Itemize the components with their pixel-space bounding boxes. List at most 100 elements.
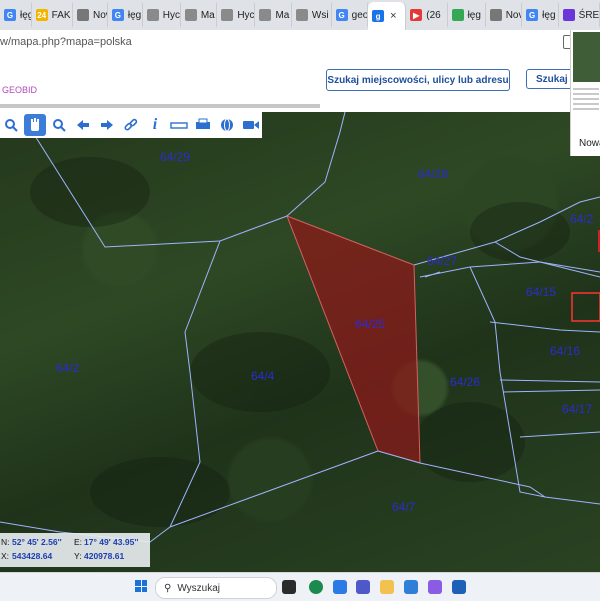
- tab-favicon-icon: [259, 9, 272, 21]
- y-label: Y:: [74, 551, 82, 561]
- tab-label: łęg: [20, 9, 31, 21]
- tab-favicon-icon: [295, 9, 308, 21]
- n-value: 52° 45' 2.56'': [12, 537, 62, 547]
- edge-icon[interactable]: [309, 580, 323, 594]
- mail-icon[interactable]: [404, 580, 418, 594]
- copilot-icon[interactable]: [333, 580, 347, 594]
- teams-icon[interactable]: [356, 580, 370, 594]
- browser-tab[interactable]: Ma: [181, 3, 218, 27]
- parcel-label[interactable]: 64/25: [355, 317, 385, 331]
- zoom-tool-button[interactable]: [0, 114, 22, 136]
- browser-tab[interactable]: Hyc: [143, 3, 181, 27]
- parcel-label[interactable]: 64/15: [526, 285, 556, 299]
- e-label: E:: [74, 537, 83, 547]
- map-view[interactable]: 64/29 64/28 64/27 64/25 64/15 64/16 64/2…: [0, 112, 600, 572]
- browser-tab[interactable]: ŚRE: [559, 3, 600, 27]
- tab-favicon-icon: [76, 9, 89, 21]
- browser-tab[interactable]: g ×: [368, 2, 407, 30]
- taskbar-search-placeholder: Wyszukaj: [177, 582, 221, 594]
- zoom-in-icon: [53, 119, 66, 132]
- print-button[interactable]: [192, 114, 214, 136]
- e-value: 17° 49' 43.95'': [84, 537, 139, 547]
- new-label[interactable]: Nowa: [579, 138, 600, 149]
- preview-thumbnail[interactable]: [573, 32, 600, 82]
- coordinates-panel: N: 52° 45' 2.56'' E: 17° 49' 43.95'' X: …: [0, 533, 150, 567]
- app-icon[interactable]: [452, 580, 466, 594]
- tab-label: (26: [426, 9, 441, 21]
- taskbar: ⚲ Wyszukaj: [0, 572, 600, 601]
- tab-favicon-icon: G: [335, 9, 348, 21]
- measure-button[interactable]: [168, 114, 190, 136]
- parcel-label[interactable]: 64/4: [251, 369, 274, 383]
- tab-label: łęg: [467, 9, 481, 21]
- parcel-label[interactable]: 64/26: [450, 375, 480, 389]
- browser-tab[interactable]: łęg: [448, 3, 486, 27]
- start-button[interactable]: [135, 580, 147, 592]
- tab-favicon-icon: ▶: [410, 9, 423, 21]
- link-button[interactable]: [120, 114, 142, 136]
- browser-tab[interactable]: Ggeo: [332, 3, 369, 27]
- tab-favicon-icon: [489, 9, 502, 21]
- parcel-label[interactable]: 64/29: [160, 150, 190, 164]
- taskbar-search[interactable]: ⚲ Wyszukaj: [155, 577, 277, 599]
- address-url[interactable]: w/mapa.php?mapa=polska: [0, 36, 132, 48]
- tab-label: Hyc: [237, 9, 255, 21]
- tab-label: łęg: [542, 9, 556, 21]
- x-value: 543428.64: [12, 551, 53, 561]
- tab-favicon-icon: [146, 9, 159, 21]
- browser-tab[interactable]: Głęg: [108, 3, 143, 27]
- zoom-in-button[interactable]: [48, 114, 70, 136]
- hand-icon: [31, 118, 39, 131]
- file-explorer-icon[interactable]: [380, 580, 394, 594]
- ruler-icon: [170, 122, 188, 129]
- parcel-label[interactable]: 64/2: [570, 212, 593, 226]
- parcel-label[interactable]: 64/7: [392, 500, 415, 514]
- tab-label: Ma: [275, 9, 290, 21]
- globe-button[interactable]: [216, 114, 238, 136]
- forward-button[interactable]: [96, 114, 118, 136]
- browser-tab[interactable]: Ma: [255, 3, 292, 27]
- map-overlay: [0, 112, 600, 543]
- magnifier-icon: [5, 119, 18, 132]
- back-button[interactable]: [72, 114, 94, 136]
- globe-icon: [221, 118, 233, 132]
- tab-label: Wsi: [311, 9, 329, 21]
- pan-tool-button[interactable]: [24, 114, 46, 136]
- search-icon: ⚲: [164, 582, 172, 594]
- info-button[interactable]: i: [144, 114, 166, 136]
- browser-tab[interactable]: Hyc: [217, 3, 256, 27]
- brand-label: GEOBID: [2, 85, 38, 95]
- tab-favicon-icon: [221, 9, 234, 21]
- address-bar[interactable]: w/mapa.php?mapa=polska: [0, 30, 600, 55]
- parcel-label[interactable]: 64/27: [427, 254, 457, 268]
- browser-tab[interactable]: Nov: [486, 3, 523, 27]
- tab-label: FAK: [51, 9, 71, 21]
- browser-tab[interactable]: Głęg: [0, 3, 32, 27]
- parcel-label[interactable]: 64/2: [56, 361, 79, 375]
- tab-label: ŚRE: [578, 9, 600, 21]
- parcel-label[interactable]: 64/28: [418, 167, 448, 181]
- preview-text-lines: [573, 88, 599, 113]
- browser-tab[interactable]: Głęg: [522, 3, 559, 27]
- task-view-icon[interactable]: [282, 580, 296, 594]
- browser-tab[interactable]: ▶ (26: [406, 3, 448, 27]
- tab-favicon-icon: 24: [35, 9, 48, 21]
- close-tab-icon[interactable]: ×: [390, 10, 396, 22]
- parcel-label[interactable]: 64/16: [550, 344, 580, 358]
- store-icon[interactable]: [428, 580, 442, 594]
- x-label: X:: [1, 551, 10, 561]
- video-button[interactable]: [240, 114, 262, 136]
- search-location-button[interactable]: Szukaj miejscowości, ulicy lub adresu: [326, 69, 510, 91]
- browser-tab[interactable]: Wsi: [292, 3, 332, 27]
- tab-favicon-icon: G: [4, 9, 16, 21]
- browser-tab[interactable]: Nov: [73, 3, 108, 27]
- parcel-label[interactable]: 64/17: [562, 402, 592, 416]
- link-icon: [124, 118, 138, 131]
- tab-label: geo: [351, 9, 369, 21]
- tab-favicon-icon: G: [111, 9, 124, 21]
- browser-tab-strip: Głęg24FAKNovGłęgHycMaHycMaWsiGgeog×▶(26ł…: [0, 0, 600, 30]
- tab-favicon-icon: [562, 9, 575, 21]
- side-preview-panel[interactable]: Nowa: [570, 30, 600, 156]
- selected-parcel: [286, 215, 421, 464]
- browser-tab[interactable]: 24 FAK: [32, 3, 73, 27]
